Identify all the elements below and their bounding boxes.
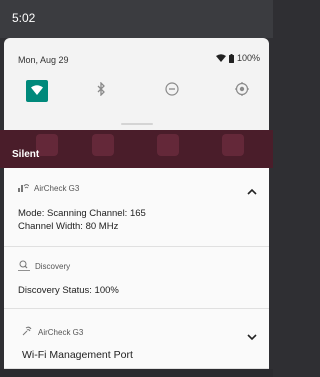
silent-section-header: Silent: [0, 130, 273, 168]
notification-text: Wi-Fi Management Port: [22, 349, 133, 361]
silent-label: Silent: [12, 149, 40, 160]
quick-settings-panel: Mon, Aug 29 100%: [4, 38, 269, 130]
battery-percent: 100%: [236, 53, 260, 63]
chevron-up-icon[interactable]: [247, 182, 257, 200]
app-name: AirCheck G3: [38, 327, 84, 337]
location-tile[interactable]: [231, 80, 253, 102]
notification-header: AirCheck G3: [18, 182, 79, 194]
clock: 5:02: [12, 11, 36, 25]
notification-discovery[interactable]: Discovery Discovery Status: 100%: [4, 247, 269, 309]
chevron-down-icon[interactable]: [247, 328, 257, 346]
notification-text: Channel Width: 80 MHz: [18, 221, 119, 232]
do-not-disturb-tile[interactable]: [161, 80, 183, 102]
wifi-tile[interactable]: [26, 80, 48, 102]
discovery-icon: [18, 260, 30, 273]
notification-aircheck-port[interactable]: AirCheck G3 Wi-Fi Management Port: [4, 309, 269, 369]
notification-text: Discovery Status: 100%: [18, 285, 119, 296]
date-label: Mon, Aug 29: [18, 55, 69, 65]
notification-text: Mode: Scanning Channel: 165: [18, 208, 146, 219]
bottom-edge: [0, 369, 273, 377]
location-icon: [235, 81, 249, 101]
wifi-icon: [31, 82, 43, 100]
background-app-icon: [222, 134, 244, 156]
background-app-icon: [92, 134, 114, 156]
expand-handle[interactable]: [121, 123, 153, 125]
status-bar: 5:02: [0, 0, 273, 38]
bluetooth-icon: [96, 80, 106, 101]
battery-icon: [228, 53, 234, 63]
app-name: Discovery: [35, 262, 71, 271]
notification-aircheck-scanning[interactable]: AirCheck G3 Mode: Scanning Channel: 165 …: [4, 168, 269, 247]
background-app-icon: [157, 134, 179, 156]
wifi-signal-icon: [215, 54, 226, 62]
aircheck-icon: [18, 182, 30, 194]
aircheck-icon: [22, 326, 33, 338]
notification-header: Discovery: [18, 260, 70, 273]
bluetooth-tile[interactable]: [90, 80, 112, 102]
app-name: AirCheck G3: [34, 183, 80, 193]
background-app-icon: [36, 134, 58, 156]
notification-header: AirCheck G3: [22, 326, 83, 338]
do-not-disturb-icon: [165, 81, 179, 101]
status-icons: 100%: [215, 53, 260, 63]
